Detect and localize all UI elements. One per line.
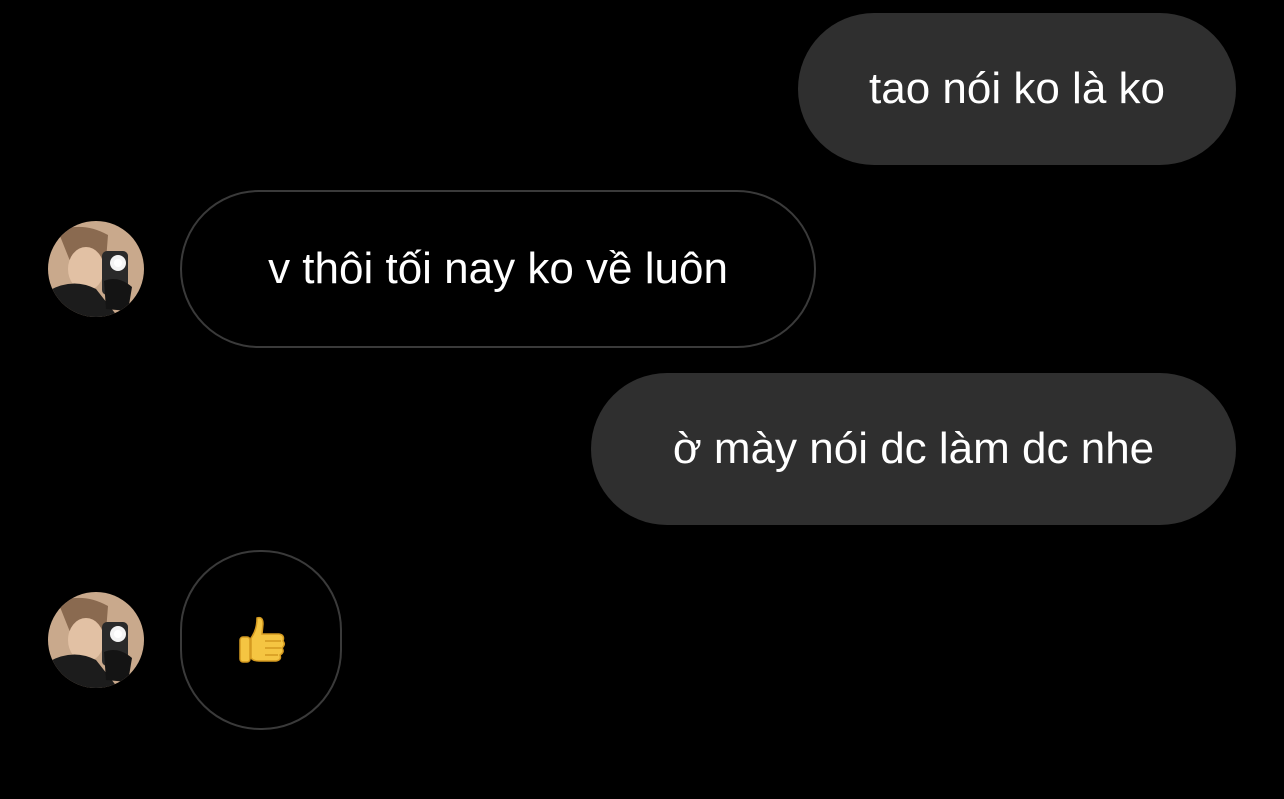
message-text: tao nói ko là ko xyxy=(869,64,1165,113)
avatar-photo xyxy=(48,592,144,688)
thumbs-up-icon xyxy=(239,616,286,663)
avatar-photo xyxy=(48,221,144,317)
received-message-bubble[interactable]: v thôi tối nay ko về luôn xyxy=(180,190,816,348)
contact-avatar[interactable] xyxy=(48,221,144,317)
message-text: v thôi tối nay ko về luôn xyxy=(268,244,728,293)
sent-message-bubble[interactable]: tao nói ko là ko xyxy=(798,13,1236,165)
received-reaction-bubble[interactable] xyxy=(180,550,342,730)
sent-message-bubble[interactable]: ờ mày nói dc làm dc nhe xyxy=(591,373,1236,525)
message-text: ờ mày nói dc làm dc nhe xyxy=(672,424,1155,473)
contact-avatar[interactable] xyxy=(48,592,144,688)
